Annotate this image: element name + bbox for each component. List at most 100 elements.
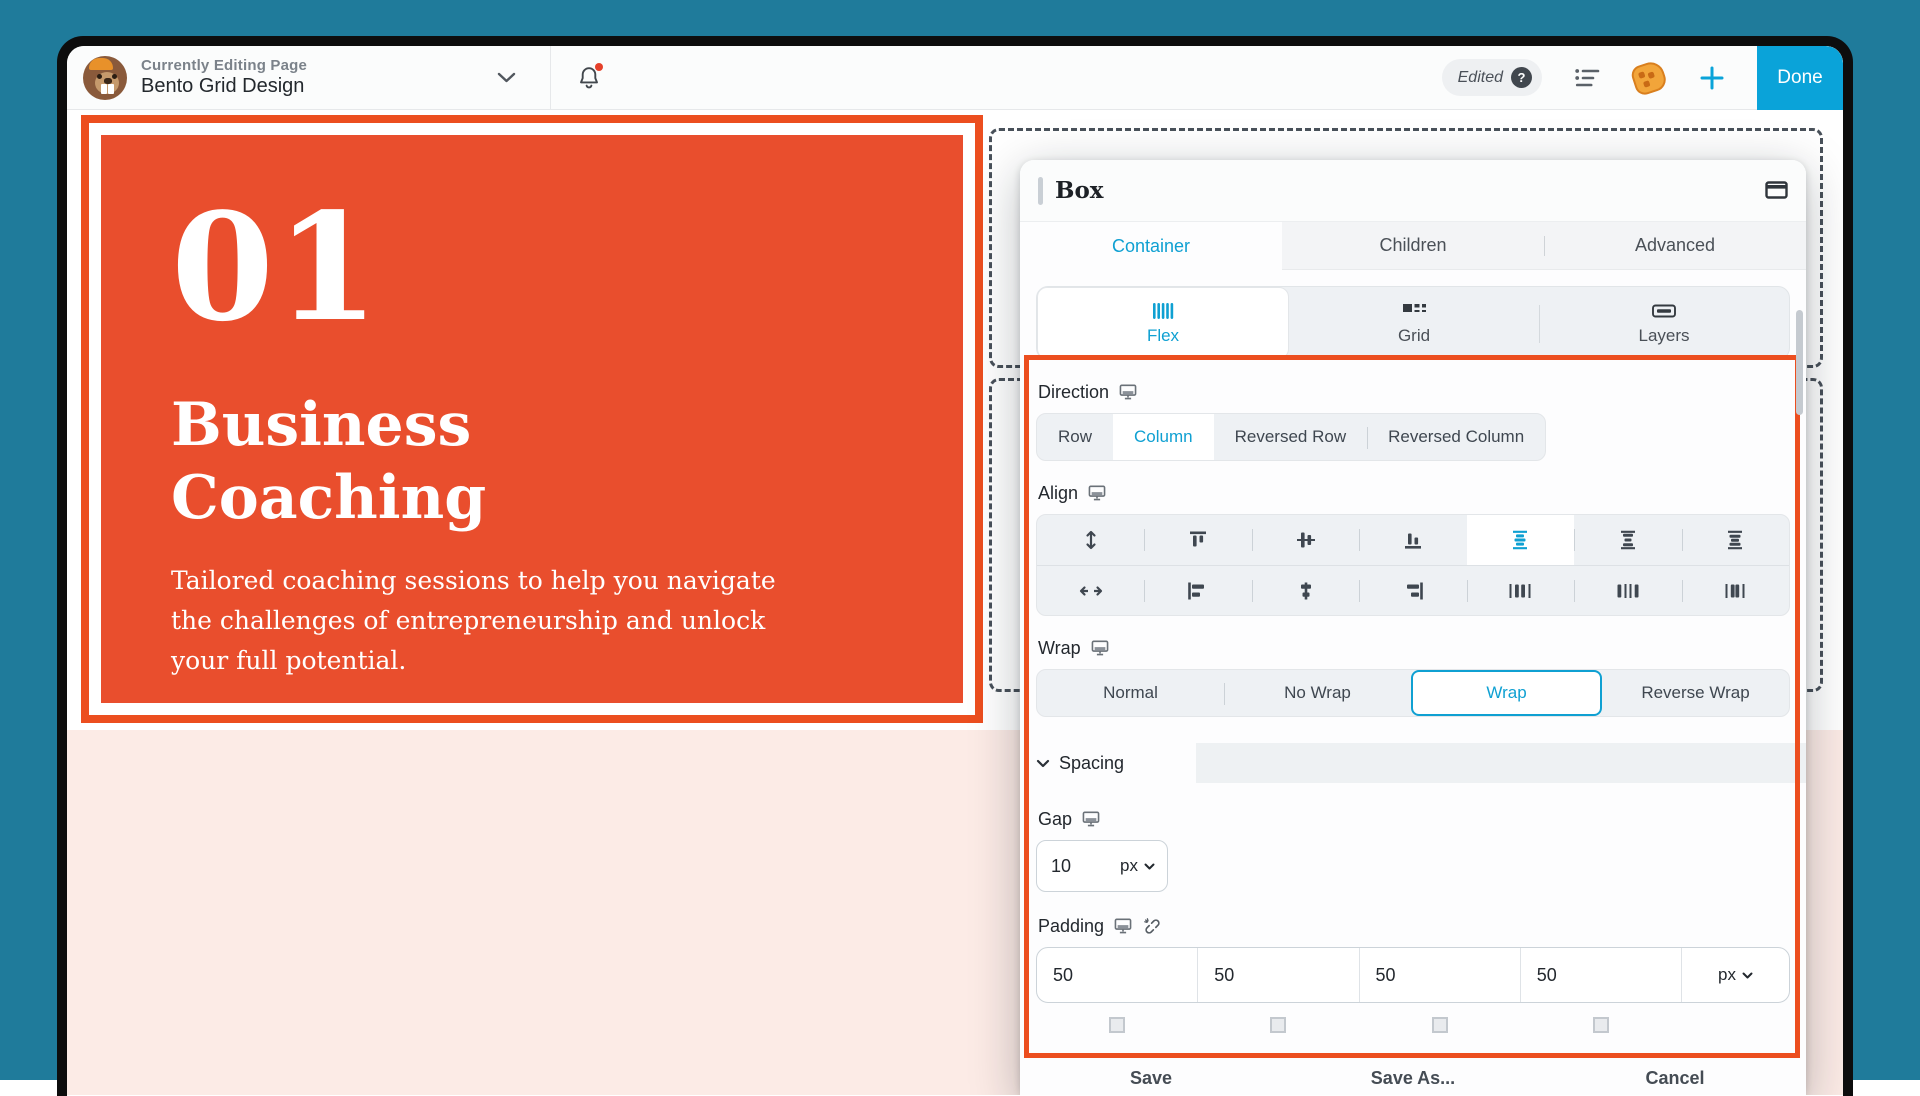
padding-side-right-icon[interactable] <box>1270 1017 1286 1033</box>
direction-reversed-row[interactable]: Reversed Row <box>1214 414 1368 460</box>
save-as-button[interactable]: Save As... <box>1282 1062 1544 1095</box>
space-center-button[interactable] <box>1467 566 1574 615</box>
tab-advanced[interactable]: Advanced <box>1544 222 1806 270</box>
gap-value[interactable]: 10 <box>1051 856 1120 877</box>
panel-scrollbar[interactable] <box>1796 310 1803 415</box>
padding-input-top[interactable]: 50 <box>1037 948 1197 1002</box>
builder-window: Currently Editing Page Bento Grid Design… <box>57 36 1853 1096</box>
responsive-monitor-icon[interactable] <box>1114 918 1132 936</box>
chevron-down-icon[interactable] <box>497 69 516 87</box>
padding-unit-select[interactable]: px <box>1681 948 1789 1002</box>
padding-side-bottom-icon[interactable] <box>1432 1017 1448 1033</box>
direction-label: Direction <box>1038 382 1109 403</box>
responsive-monitor-icon[interactable] <box>1088 485 1106 503</box>
wrap-label: Wrap <box>1038 638 1081 659</box>
help-icon[interactable]: ? <box>1511 67 1532 88</box>
direction-reversed-column[interactable]: Reversed Column <box>1367 414 1545 460</box>
justify-start-icon <box>1185 580 1211 602</box>
responsive-monitor-icon[interactable] <box>1119 384 1137 402</box>
wrap-no-wrap[interactable]: No Wrap <box>1224 670 1411 716</box>
justify-around-button[interactable] <box>1682 515 1789 565</box>
padding-side-left-icon[interactable] <box>1593 1017 1609 1033</box>
wrap-reverse-wrap[interactable]: Reverse Wrap <box>1602 670 1789 716</box>
stretch-horizontal-button[interactable] <box>1037 566 1144 615</box>
justify-start-button[interactable] <box>1144 566 1251 615</box>
stretch-horizontal-icon <box>1078 580 1104 602</box>
align-center-button[interactable] <box>1252 515 1359 565</box>
mode-layers[interactable]: Layers <box>1539 287 1789 359</box>
panel-accent-bar <box>1038 177 1043 205</box>
card-number: 01 <box>171 193 893 341</box>
panel-header[interactable]: Box <box>1020 160 1806 222</box>
space-around-button[interactable] <box>1682 566 1789 615</box>
outline-panel-icon[interactable] <box>1574 67 1601 89</box>
responsive-monitor-icon[interactable] <box>1091 640 1109 658</box>
padding-inputs: 50505050px <box>1036 947 1790 1003</box>
justify-center-h-button[interactable] <box>1252 566 1359 615</box>
wrap-normal[interactable]: Normal <box>1037 670 1224 716</box>
mode-flex[interactable]: Flex <box>1037 287 1289 359</box>
page-title: Bento Grid Design <box>141 75 307 98</box>
align-bottom-button[interactable] <box>1359 515 1466 565</box>
justify-between-button[interactable] <box>1574 515 1681 565</box>
padding-input-bottom[interactable]: 50 <box>1359 948 1520 1002</box>
notification-dot <box>595 63 603 71</box>
templates-icon[interactable] <box>1633 63 1665 93</box>
padding-side-top-icon[interactable] <box>1109 1017 1125 1033</box>
divider <box>550 46 551 110</box>
unlink-values-icon[interactable] <box>1142 916 1163 937</box>
direction-column[interactable]: Column <box>1113 414 1214 460</box>
space-between-icon <box>1615 580 1641 602</box>
align-control <box>1036 514 1790 616</box>
align-label: Align <box>1038 483 1078 504</box>
wrap-control: NormalNo WrapWrapReverse Wrap <box>1036 669 1790 717</box>
box-settings-panel: Box ContainerChildrenAdvanced FlexGridLa… <box>1020 160 1806 1095</box>
justify-end-button[interactable] <box>1359 566 1466 615</box>
align-stretch-button[interactable] <box>1037 515 1144 565</box>
card-description: Tailored coaching sessions to help you n… <box>171 561 791 681</box>
chevron-down-icon <box>1144 863 1155 870</box>
beaver-builder-logo[interactable] <box>83 56 127 100</box>
bento-card[interactable]: 01 Business Coaching Tailored coaching s… <box>101 135 963 703</box>
direction-control: RowColumnReversed RowReversed Column <box>1036 413 1546 461</box>
selected-box-outline[interactable]: 01 Business Coaching Tailored coaching s… <box>81 115 983 723</box>
justify-center-icon <box>1507 529 1533 551</box>
align-bottom-icon <box>1400 529 1426 551</box>
cancel-button[interactable]: Cancel <box>1544 1062 1806 1095</box>
gap-label: Gap <box>1038 809 1072 830</box>
done-button[interactable]: Done <box>1757 46 1843 110</box>
justify-center-button[interactable] <box>1467 515 1574 565</box>
space-center-icon <box>1507 580 1533 602</box>
padding-label: Padding <box>1038 916 1104 937</box>
spacing-section-header[interactable]: Spacing <box>1020 743 1806 783</box>
grid-icon <box>1401 301 1427 321</box>
padding-side-toggles <box>1036 1017 1790 1033</box>
edited-status-badge: Edited ? <box>1442 59 1542 96</box>
save-button[interactable]: Save <box>1020 1062 1282 1095</box>
wrap-wrap[interactable]: Wrap <box>1411 670 1602 716</box>
space-between-button[interactable] <box>1574 566 1681 615</box>
notifications-bell-icon[interactable] <box>577 65 601 91</box>
mode-grid[interactable]: Grid <box>1289 287 1539 359</box>
flex-icon <box>1150 301 1176 321</box>
pin-window-icon[interactable] <box>1765 181 1788 199</box>
gap-input[interactable]: 10 px <box>1036 840 1168 892</box>
justify-center-h-icon <box>1293 580 1319 602</box>
align-top-button[interactable] <box>1144 515 1251 565</box>
direction-row[interactable]: Row <box>1037 414 1113 460</box>
responsive-monitor-icon[interactable] <box>1082 811 1100 829</box>
padding-input-left[interactable]: 50 <box>1520 948 1681 1002</box>
editor-canvas: 01 Business Coaching Tailored coaching s… <box>67 110 1843 1095</box>
tab-container[interactable]: Container <box>1020 222 1282 270</box>
desktop-background: Currently Editing Page Bento Grid Design… <box>0 0 1920 1080</box>
padding-input-right[interactable]: 50 <box>1197 948 1358 1002</box>
justify-between-icon <box>1615 529 1641 551</box>
panel-tabs: ContainerChildrenAdvanced <box>1020 222 1806 270</box>
add-content-icon[interactable] <box>1697 63 1727 93</box>
panel-title: Box <box>1055 177 1104 204</box>
align-stretch-icon <box>1078 529 1104 551</box>
tab-children[interactable]: Children <box>1282 222 1544 270</box>
panel-footer: SaveSave As...Cancel <box>1020 1062 1806 1095</box>
gap-unit-select[interactable]: px <box>1120 856 1155 876</box>
editing-context-label: Currently Editing Page <box>141 57 307 74</box>
